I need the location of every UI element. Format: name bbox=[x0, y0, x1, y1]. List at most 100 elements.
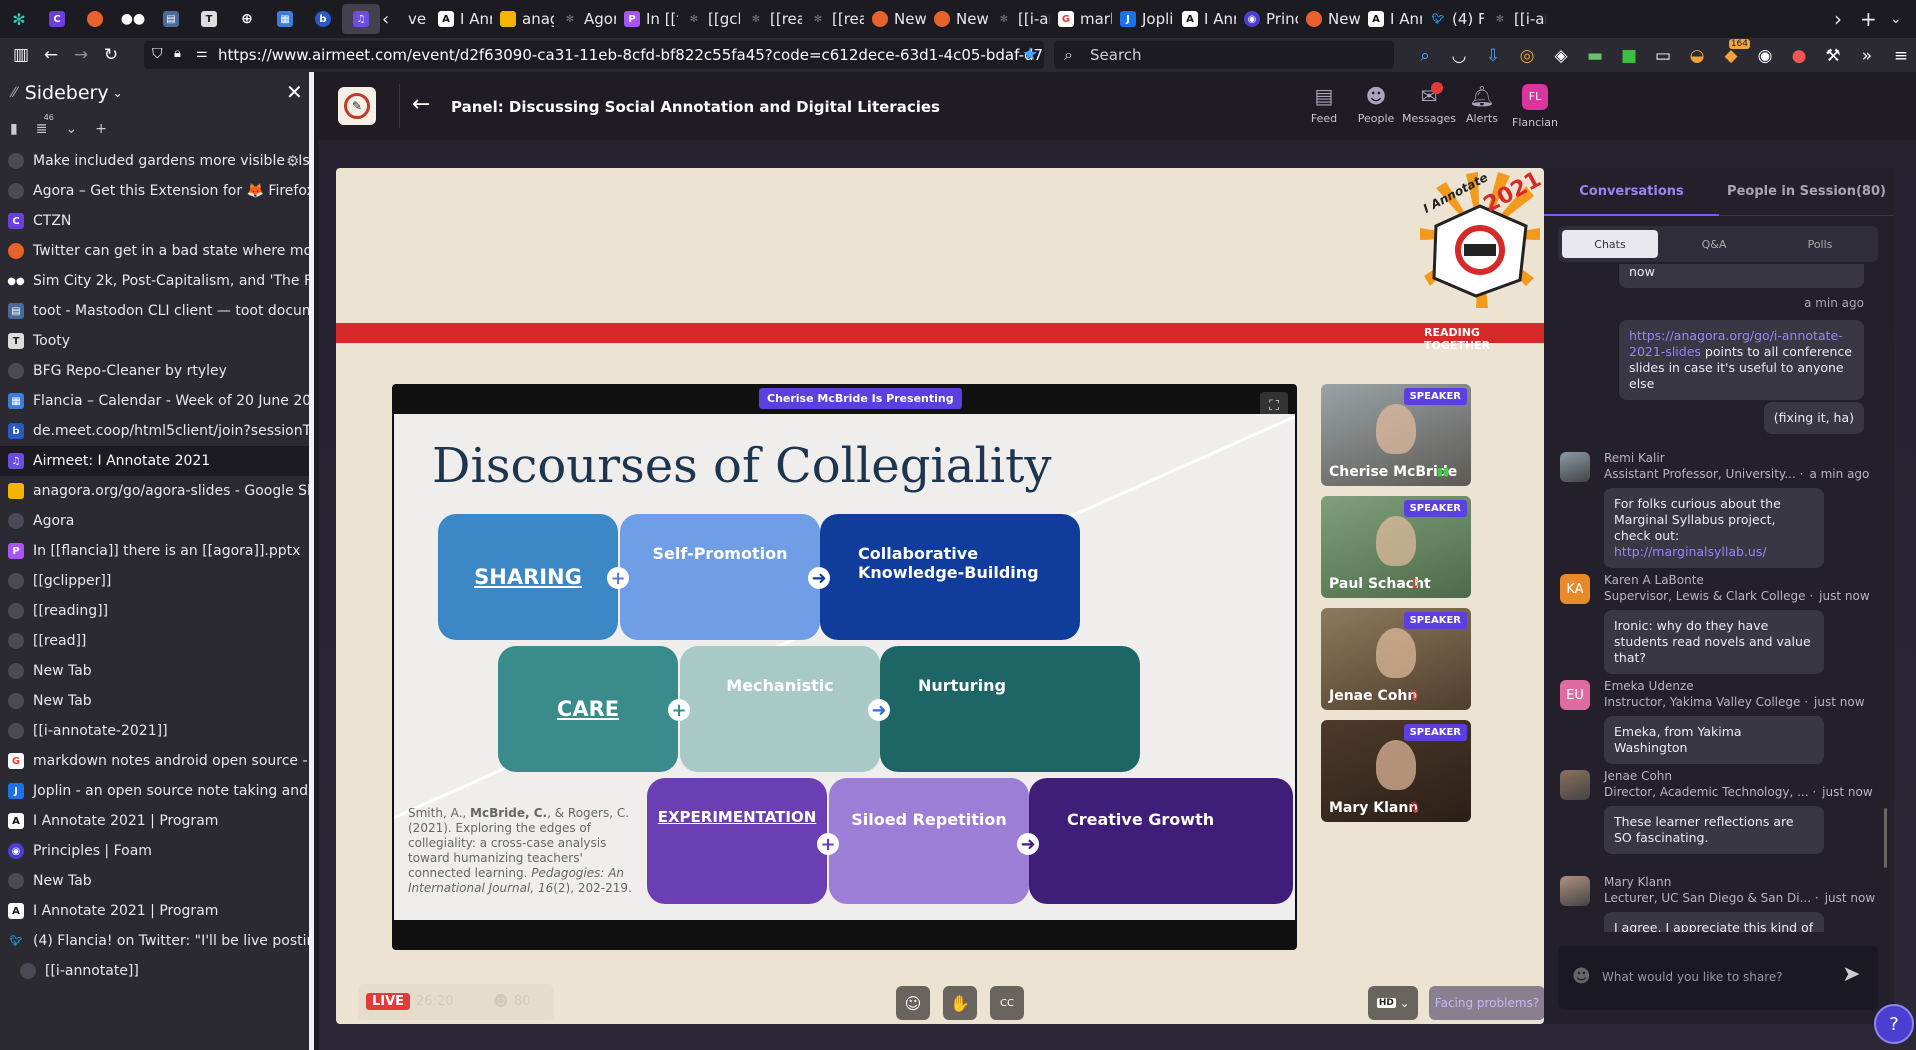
subtab-polls[interactable]: Polls bbox=[1772, 230, 1868, 258]
sidebar-tab-item[interactable]: ●● Sim City 2k, Post-Capitalism, and 'The… bbox=[0, 266, 309, 296]
sidebar-tab-item[interactable]: anagora.org/go/agora-slides - Google Sli… bbox=[0, 476, 309, 506]
user-avatar[interactable] bbox=[1560, 770, 1590, 800]
facing-problems-button[interactable]: Facing problems? bbox=[1429, 986, 1544, 1020]
pinned-tab-bbb[interactable]: b bbox=[304, 4, 342, 34]
pinned-tab-airmeet[interactable]: ♫ bbox=[342, 4, 380, 34]
browser-tab[interactable]: P In [[f bbox=[616, 4, 678, 34]
browser-tab[interactable]: New bbox=[926, 4, 988, 34]
chat-author-name[interactable]: Jenae Cohn bbox=[1604, 768, 1672, 784]
browser-tab[interactable]: ◉ Princ bbox=[1236, 4, 1298, 34]
browser-tab[interactable]: ✻ [[gcl bbox=[678, 4, 740, 34]
sidebar-tab-item[interactable]: 🐦︎ (4) Flancia! on Twitter: "I'll be live… bbox=[0, 926, 309, 956]
tab-scroll-left-icon[interactable]: ‹ bbox=[380, 4, 400, 34]
nav-messages[interactable]: ✉ Messages bbox=[1399, 82, 1459, 125]
browser-tab[interactable]: A I Ann bbox=[430, 4, 492, 34]
burger-icon[interactable]: ◒ bbox=[1682, 41, 1712, 71]
sidebar-toggle-icon[interactable]: ▥ bbox=[6, 40, 36, 70]
speaker-tile[interactable]: SPEAKER Jenae Cohn 🎙︎ bbox=[1321, 608, 1471, 710]
browser-tab[interactable]: ✻ [[rea bbox=[802, 4, 864, 34]
ublock-icon[interactable]: ◆ 164 bbox=[1716, 39, 1750, 71]
user-avatar[interactable] bbox=[1560, 452, 1590, 482]
pinned-tab-agora[interactable]: ✻ bbox=[0, 4, 38, 34]
sidebar-tab-item[interactable]: Gmarkdown notes android open source - Go… bbox=[0, 746, 309, 776]
search-bar[interactable]: ⌕ Search bbox=[1054, 41, 1394, 69]
nav-alerts[interactable]: 🔔︎ Alerts bbox=[1452, 84, 1512, 125]
nav-flancian[interactable]: FL Flancian bbox=[1505, 84, 1565, 129]
chat-scrollbar[interactable] bbox=[1884, 808, 1887, 868]
chat-link[interactable]: http://marginalsyllab.us/ bbox=[1614, 544, 1767, 559]
eye-icon[interactable]: ◉ bbox=[1750, 41, 1780, 71]
tabs-panel-icon[interactable]: ≣ 46 bbox=[36, 113, 54, 137]
pinned-tab-globe[interactable]: ⊕ bbox=[228, 4, 266, 34]
chat-author-name[interactable]: Karen A LaBonte bbox=[1604, 572, 1704, 588]
nav-feed[interactable]: ▤ Feed bbox=[1294, 84, 1354, 125]
closed-captions-icon[interactable]: CC bbox=[990, 986, 1024, 1020]
sidebar-tab-item[interactable]: New Tab bbox=[0, 866, 309, 896]
speaker-tile[interactable]: SPEAKER Mary Klann 🎙︎ bbox=[1321, 720, 1471, 822]
subtab-qa[interactable]: Q&A bbox=[1666, 230, 1762, 258]
nav-people[interactable]: ☻ People bbox=[1346, 84, 1406, 125]
pinned-tab-medium[interactable]: ●● bbox=[114, 4, 152, 34]
sidebar-tab-item[interactable]: New Tab bbox=[0, 686, 309, 716]
sidebar-tab-item[interactable]: [[gclipper]] bbox=[0, 566, 309, 596]
sidebar-tab-item[interactable]: Make included gardens more visible · Iss… bbox=[0, 146, 309, 176]
user-avatar[interactable]: KA bbox=[1560, 574, 1590, 604]
help-icon[interactable]: ? bbox=[1874, 1004, 1914, 1044]
chat-input-box[interactable]: ☻ What would you like to share? ➤ bbox=[1558, 946, 1878, 1010]
chat-author-name[interactable]: Emeka Udenze bbox=[1604, 678, 1694, 694]
sidebar-tab-item[interactable]: P In [[flancia]] there is an [[agora]].pp… bbox=[0, 536, 309, 566]
tab-people-in-session[interactable]: People in Session(80) bbox=[1719, 168, 1894, 216]
sidebar-tab-item[interactable]: A I Annotate 2021 | Program bbox=[0, 896, 309, 926]
video-quality-selector[interactable]: HD ⌄ bbox=[1368, 986, 1418, 1020]
sidebar-tab-item[interactable]: [[read]] bbox=[0, 626, 309, 656]
sidebar-tab-item[interactable]: [[reading]] bbox=[0, 596, 309, 626]
wrench-icon[interactable]: ⚒ bbox=[1818, 41, 1848, 71]
browser-tab[interactable]: ✻ [[i-ar bbox=[1484, 4, 1546, 34]
sidebar-tab-item[interactable]: BFG Repo-Cleaner by rtyley bbox=[0, 356, 309, 386]
pinned-tab-ctzn[interactable]: C bbox=[38, 4, 76, 34]
notes-icon[interactable]: ▭ bbox=[1648, 41, 1678, 71]
browser-tab[interactable]: ✻ Agor bbox=[554, 4, 616, 34]
sidebar-tab-item[interactable]: New Tab bbox=[0, 656, 309, 686]
speaker-tile[interactable]: SPEAKER Paul Schacht 🎙︎ bbox=[1321, 496, 1471, 598]
sidebar-tab-item[interactable]: ♫ Airmeet: I Annotate 2021 bbox=[0, 446, 309, 476]
sidebar-tab-item[interactable]: [[i-annotate]] bbox=[0, 956, 309, 986]
permissions-icon[interactable]: ⚌ bbox=[196, 46, 208, 61]
browser-tab[interactable]: New bbox=[1298, 4, 1360, 34]
bitwarden-icon[interactable]: ▬ bbox=[1580, 41, 1610, 71]
downloads-icon[interactable]: ⇩ bbox=[1478, 41, 1508, 71]
sidebar-tab-item[interactable]: ▦ Flancia – Calendar - Week of 20 June 20… bbox=[0, 386, 309, 416]
cube-icon[interactable]: ◈ bbox=[1546, 41, 1576, 71]
speaker-tile[interactable]: SPEAKER Cherise McBride ▮▮ bbox=[1321, 384, 1471, 486]
new-tab-icon[interactable]: + bbox=[1852, 4, 1885, 34]
sidebar-tab-item[interactable]: J Joplin - an open source note taking and… bbox=[0, 776, 309, 806]
browser-tab[interactable]: anag bbox=[492, 4, 554, 34]
sidebar-tab-item[interactable]: b de.meet.coop/html5client/join?sessionTo… bbox=[0, 416, 309, 446]
subtab-chats[interactable]: Chats bbox=[1562, 230, 1658, 258]
sidebar-tab-item[interactable]: Agora bbox=[0, 506, 309, 536]
browser-tab[interactable]: Gmark bbox=[1050, 4, 1112, 34]
pinned-tab-ledger[interactable]: ▤ bbox=[152, 4, 190, 34]
extension-green-icon[interactable]: ■ bbox=[1614, 41, 1644, 71]
hamburger-menu-icon[interactable]: ≡ bbox=[1886, 41, 1916, 71]
sidebar-tab-item[interactable]: A I Annotate 2021 | Program bbox=[0, 806, 309, 836]
zoom-search-icon[interactable]: ⌕ bbox=[1410, 41, 1440, 71]
sidebar-tab-item[interactable]: [[i-annotate-2021]] bbox=[0, 716, 309, 746]
reactions-emoji-icon[interactable]: ☺ bbox=[896, 986, 930, 1020]
chat-input[interactable]: What would you like to share? bbox=[1602, 970, 1783, 984]
sidebar-tab-item[interactable]: Agora – Get this Extension for 🦊 Firefox… bbox=[0, 176, 309, 206]
tab-conversations[interactable]: Conversations bbox=[1544, 168, 1719, 216]
back-icon[interactable]: ← bbox=[36, 40, 66, 70]
list-all-tabs-icon[interactable]: ⌄ bbox=[1882, 4, 1910, 34]
forward-icon[interactable]: → bbox=[66, 40, 96, 70]
sidebar-new-tab-icon[interactable]: + bbox=[95, 121, 107, 137]
lock-icon[interactable]: 🔒︎ bbox=[174, 46, 181, 61]
sidebar-tab-item[interactable]: C CTZN bbox=[0, 206, 309, 236]
sidebar-tab-item[interactable]: ◉ Principles | Foam bbox=[0, 836, 309, 866]
sidebar-title-chevron-icon[interactable]: ⌄ bbox=[113, 86, 123, 100]
event-logo[interactable]: ✎ bbox=[338, 87, 376, 125]
browser-tab[interactable]: J Joplin bbox=[1112, 4, 1174, 34]
extension-red-icon[interactable]: ● bbox=[1784, 41, 1814, 71]
browser-tab[interactable]: 🐦︎ (4) F bbox=[1422, 4, 1484, 34]
bookmarks-panel-icon[interactable]: ▮ bbox=[10, 121, 18, 137]
